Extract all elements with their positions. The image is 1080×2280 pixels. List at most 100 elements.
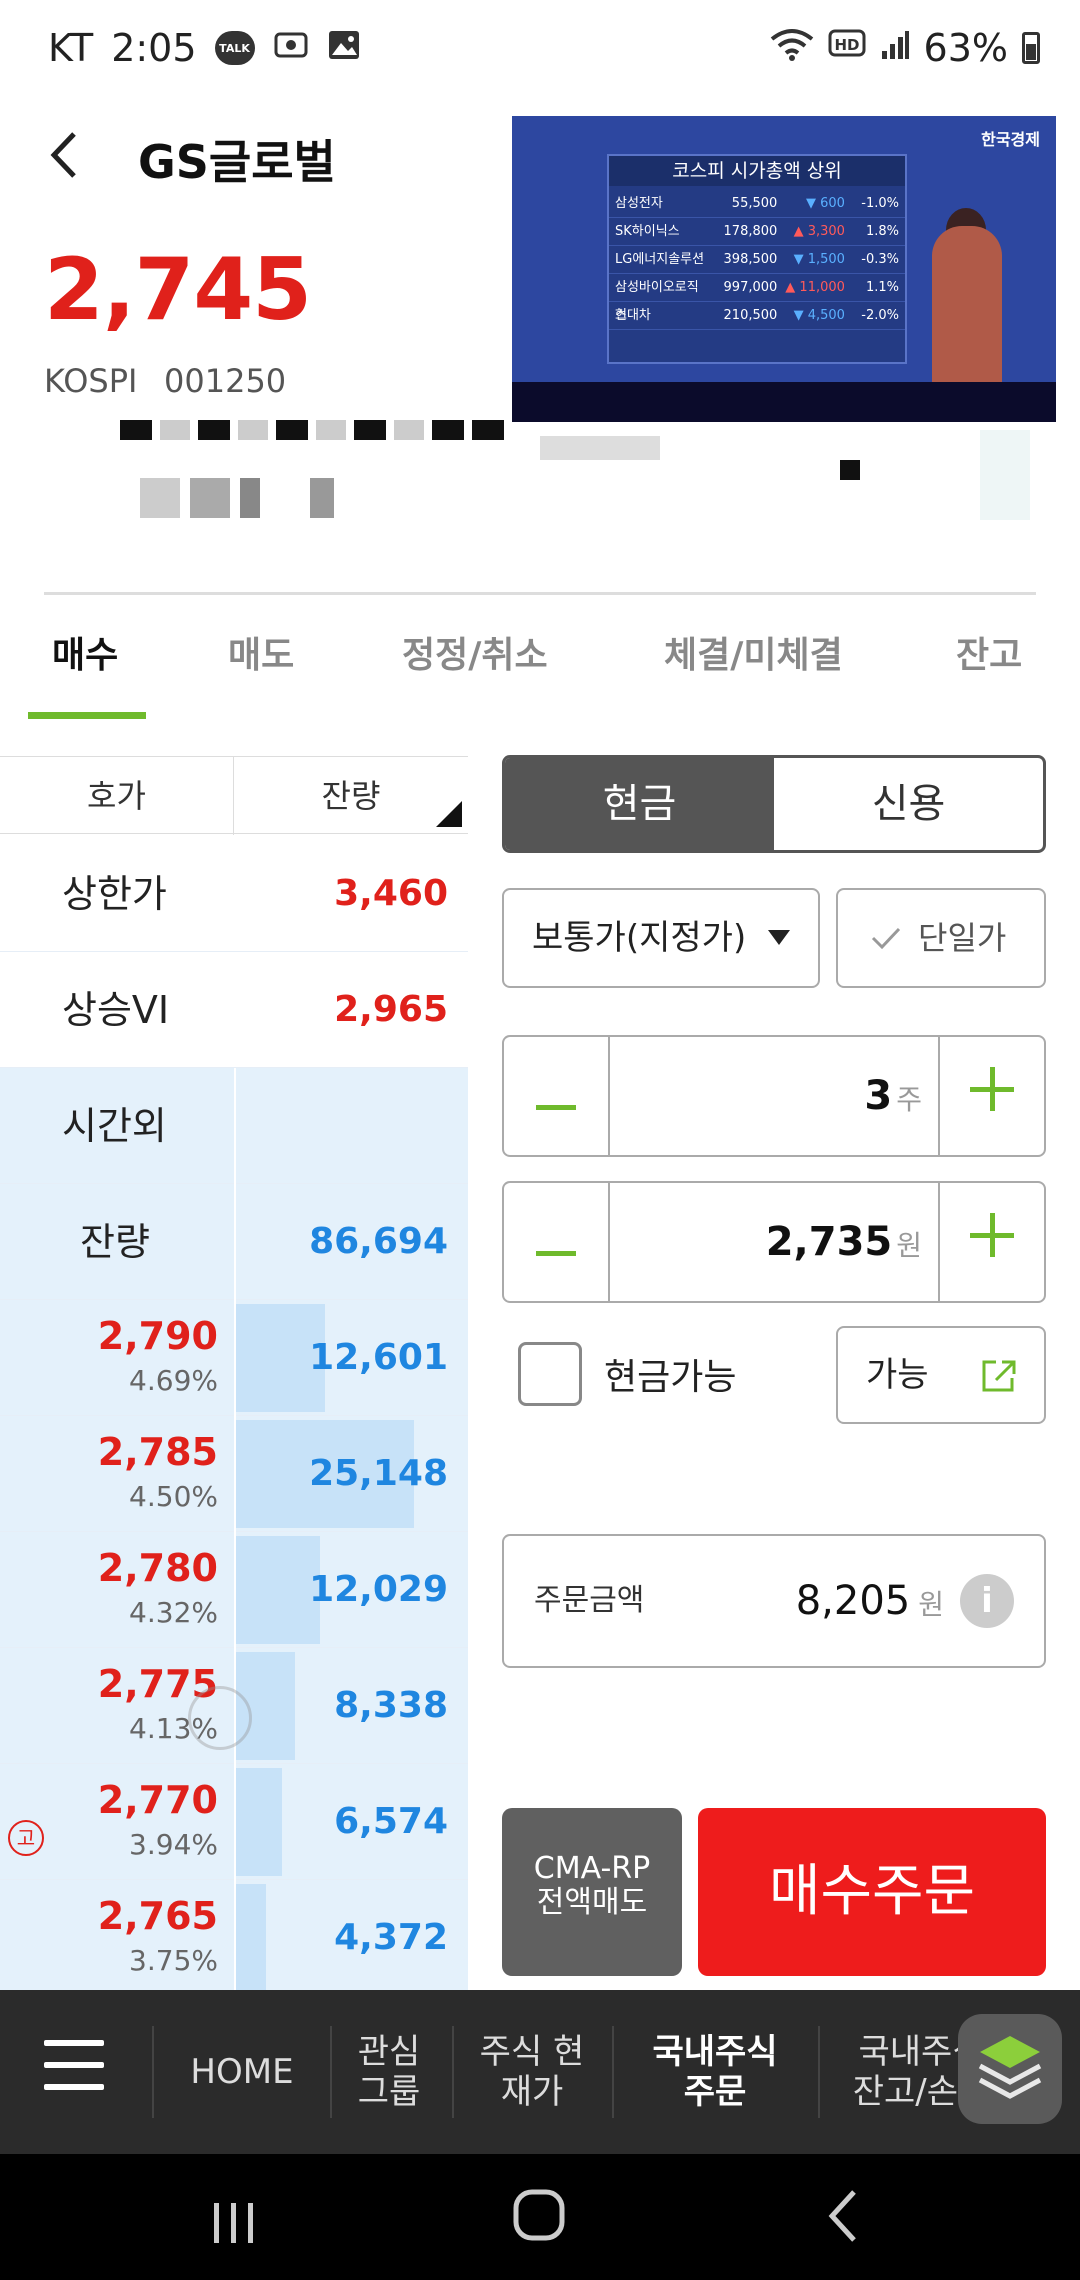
ask-row[interactable]: 2,770 3.94% 6,574 <box>0 1764 468 1880</box>
stock-name: GS글로벌 <box>138 135 336 189</box>
nav-watchlist-label: 관심 그룹 <box>357 2032 421 2112</box>
video-row-name: 삼성바이오로직스 <box>615 280 699 323</box>
status-bar: KT 2:05 TALK HD 63% <box>0 0 1080 108</box>
buy-order-button[interactable]: 매수주문 <box>698 1808 1046 1976</box>
nav-quote[interactable]: 주식 현재가 <box>460 1990 604 2154</box>
blurred-info-4 <box>840 460 860 480</box>
quantity-plus-button[interactable] <box>940 1037 1044 1155</box>
after-hours-row[interactable]: 시간외 <box>0 1068 468 1184</box>
remain-label: 잔량 <box>80 1220 150 1264</box>
video-row-name: 삼성전자 <box>615 196 663 211</box>
cma-rp-label: CMA-RP 전액매도 <box>533 1851 651 1920</box>
sort-corner-icon <box>436 801 462 827</box>
tab-executions[interactable]: 체결/미체결 <box>664 626 843 678</box>
video-row-pct: -0.3% <box>861 252 900 267</box>
price-field[interactable]: 2,735 원 <box>766 1183 922 1301</box>
quantity-field[interactable]: 3주 <box>864 1037 922 1155</box>
order-amount: 8,205 원 <box>796 1536 944 1670</box>
ask-percent: 4.50% <box>129 1480 218 1513</box>
tab-balance[interactable]: 잔고 <box>956 626 1022 678</box>
quantity-minus-button[interactable] <box>504 1037 608 1155</box>
order-type-select[interactable]: 보통가(지정가) <box>502 888 820 988</box>
nav-watchlist[interactable]: 관심 그룹 <box>334 1990 444 2154</box>
order-amount-value: 8,205 <box>795 1578 911 1624</box>
cash-available-checkbox[interactable] <box>518 1342 582 1406</box>
video-panel: 코스피 시가총액 상위 삼성전자 55,500 ▼ 600 -1.0% SK하이닉스 17… <box>607 154 907 364</box>
order-type-value: 보통가(지정가) <box>532 918 747 958</box>
price-minus-button[interactable] <box>504 1183 608 1301</box>
video-row-pct: 1.1% <box>865 280 900 295</box>
video-row-price: 398,500 <box>723 252 778 267</box>
screen-record-icon <box>273 26 309 70</box>
video-row-name: SK하이닉스 <box>615 224 680 239</box>
battery-icon <box>1022 32 1040 64</box>
nav-domestic-order[interactable]: 국내주식 주문 <box>620 1990 810 2154</box>
ask-price: 2,790 <box>97 1314 218 1358</box>
ask-qty: 12,601 <box>309 1337 448 1378</box>
ask-price: 2,765 <box>97 1894 218 1938</box>
quantity-stepper[interactable]: 3주 <box>502 1035 1046 1157</box>
battery-percent: 63% <box>923 26 1008 70</box>
ask-row[interactable]: 2,790 4.69% 12,601 <box>0 1300 468 1416</box>
video-row: 삼성전자 55,500 ▼ 600 -1.0% <box>609 190 905 218</box>
tab-buy[interactable]: 매수 <box>52 626 118 678</box>
available-button[interactable]: 가능 <box>836 1326 1046 1424</box>
layers-icon[interactable] <box>958 2014 1062 2124</box>
ask-qty: 4,372 <box>334 1917 448 1958</box>
vi-row: 상승VI 2,965 <box>0 952 468 1068</box>
back-icon[interactable] <box>44 130 84 180</box>
price-plus-button[interactable] <box>940 1183 1044 1301</box>
orderbook-qty-header[interactable]: 잔량 <box>234 757 468 835</box>
active-tab-indicator <box>28 712 146 719</box>
nav-home[interactable]: HOME <box>160 1990 324 2154</box>
upper-limit-label: 상한가 <box>62 872 167 916</box>
cash-option[interactable]: 현금 <box>505 758 774 850</box>
ask-qty: 25,148 <box>309 1453 448 1494</box>
cma-rp-sell-all-button[interactable]: CMA-RP 전액매도 <box>502 1808 682 1976</box>
ask-price: 2,780 <box>97 1546 218 1590</box>
available-label: 가능 <box>866 1355 929 1395</box>
cash-available-label: 현금가능 <box>604 1357 737 1398</box>
clock: 2:05 <box>111 26 197 70</box>
live-video[interactable]: 한국경제 코스피 시가총액 상위 삼성전자 55,500 ▼ 600 -1.0% SK하… <box>512 116 1056 422</box>
credit-option[interactable]: 신용 <box>774 758 1043 850</box>
video-panel-title: 코스피 시가총액 상위 <box>609 156 905 186</box>
ask-percent: 3.94% <box>129 1828 218 1861</box>
orderbook[interactable]: 호가 잔량 상한가 3,460 상승VI 2,965 시간외 잔량 86,694… <box>0 722 468 1990</box>
ask-row[interactable]: 2,765 3.75% 4,372 <box>0 1880 468 1990</box>
system-nav-bar <box>0 2154 1080 2280</box>
video-row-pct: -1.0% <box>861 196 900 211</box>
remain-row: 잔량 86,694 <box>0 1184 468 1300</box>
home-icon[interactable] <box>512 2188 568 2258</box>
blurred-info-3 <box>540 436 660 460</box>
current-price: 2,745 <box>44 240 312 340</box>
tab-modify-cancel[interactable]: 정정/취소 <box>402 626 548 678</box>
menu-icon[interactable] <box>44 2040 108 2100</box>
system-back-icon[interactable] <box>824 2188 864 2258</box>
ask-qty: 12,029 <box>309 1569 448 1610</box>
ask-row[interactable]: 2,780 4.32% 12,029 <box>0 1532 468 1648</box>
cash-credit-toggle[interactable]: 현금 신용 <box>502 755 1046 853</box>
ask-qty: 6,574 <box>334 1801 448 1842</box>
vi-label: 상승VI <box>62 988 170 1032</box>
wifi-icon <box>770 26 814 70</box>
ask-row[interactable]: 2,785 4.50% 25,148 <box>0 1416 468 1532</box>
carrier: KT <box>48 26 94 70</box>
tab-sell[interactable]: 매도 <box>228 626 294 678</box>
single-price-toggle[interactable]: 단일가 <box>836 888 1046 988</box>
blurred-info <box>120 420 504 440</box>
price-unit: 원 <box>896 1229 922 1262</box>
info-icon[interactable]: i <box>960 1574 1014 1628</box>
recent-apps-icon[interactable] <box>210 2194 258 2259</box>
ask-qty-bar <box>236 1884 266 1990</box>
blurred-info-2 <box>140 478 334 518</box>
price-stepper[interactable]: 2,735 원 <box>502 1181 1046 1303</box>
video-row: LG에너지솔루션 398,500 ▼ 1,500 -0.3% <box>609 246 905 274</box>
vi-value: 2,965 <box>334 989 448 1030</box>
video-row-chg: ▲ 11,000 <box>785 280 845 295</box>
signal-icon <box>880 26 910 70</box>
check-icon <box>870 922 902 958</box>
video-row-pct: 1.8% <box>865 224 900 239</box>
quantity-value: 3 <box>864 1073 893 1119</box>
video-row-price: 178,800 <box>723 224 778 239</box>
